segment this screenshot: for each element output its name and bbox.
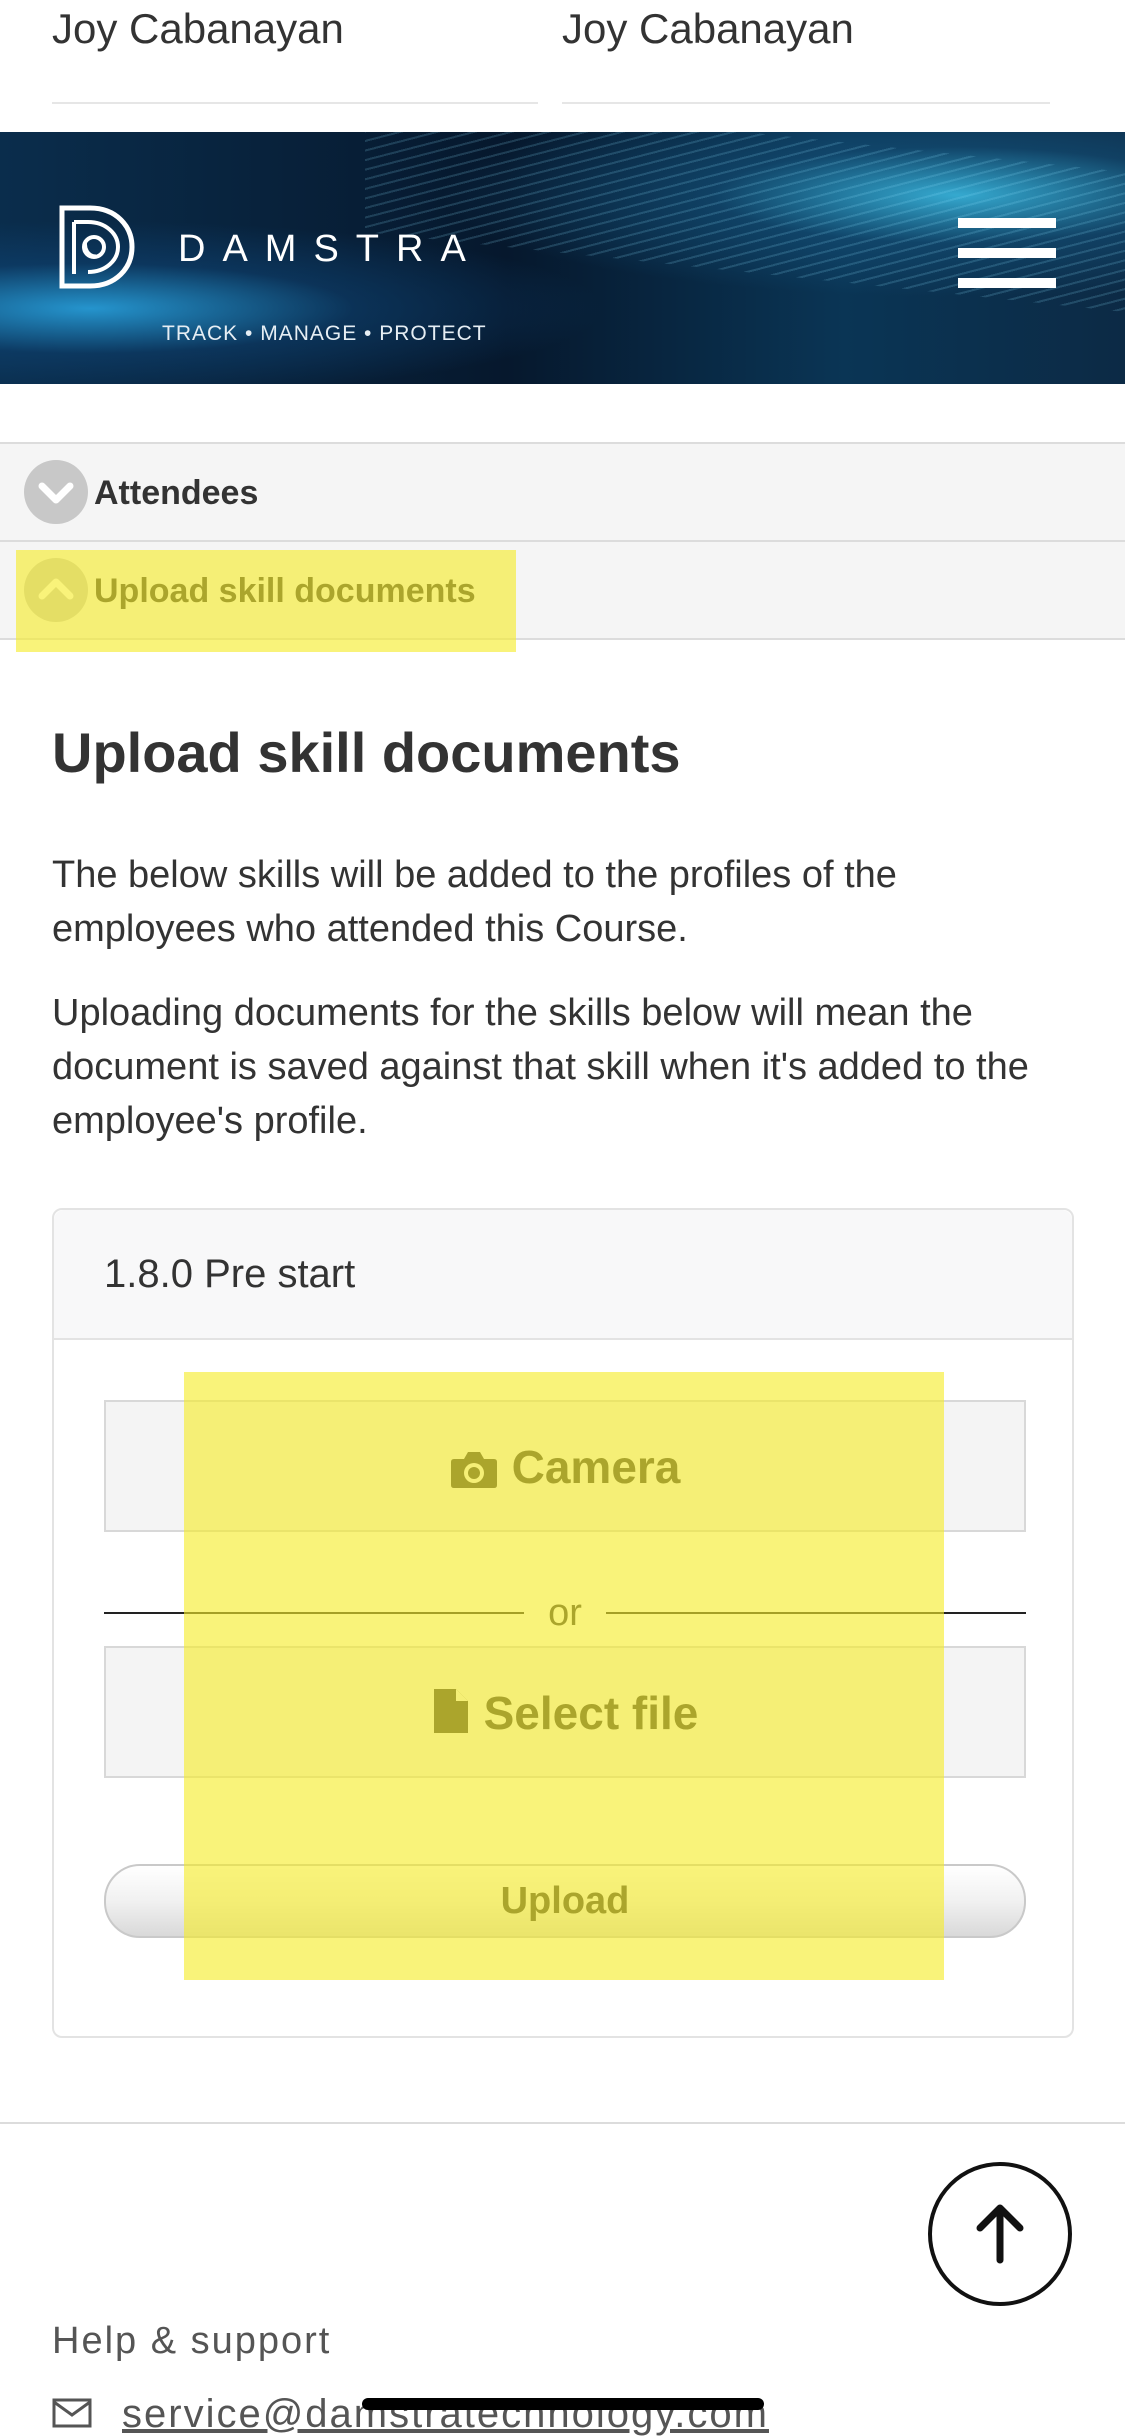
select-file-label: Select file	[483, 1687, 699, 1739]
footer-divider	[0, 2122, 1125, 2124]
attendee-name-right[interactable]: Joy Cabanayan	[562, 0, 1050, 104]
header-banner: DAMSTRA TRACK • MANAGE • PROTECT	[0, 132, 1125, 384]
select-file-button[interactable]: Select file	[104, 1646, 1026, 1778]
skill-panel-header: 1.8.0 Pre start	[54, 1210, 1072, 1340]
home-indicator	[362, 2398, 764, 2410]
brand-name: DAMSTRA	[178, 228, 483, 270]
accordion-attendees-label: Attendees	[94, 474, 259, 512]
chevron-up-icon	[24, 558, 88, 622]
or-divider: or	[104, 1592, 1026, 1634]
arrow-up-icon	[976, 2204, 1024, 2264]
or-text: or	[548, 1592, 582, 1634]
damstra-logo-icon	[59, 205, 135, 289]
hamburger-menu-icon[interactable]	[958, 218, 1056, 288]
page: Joy Cabanayan Joy Cabanayan DAMSTRA TRAC…	[0, 0, 1125, 2436]
upload-button[interactable]: Upload	[104, 1864, 1026, 1938]
camera-icon	[450, 1452, 497, 1488]
accordion-upload-skill-documents[interactable]: Upload skill documents	[0, 540, 1125, 640]
page-title: Upload skill documents	[52, 721, 681, 784]
file-icon	[433, 1689, 468, 1733]
envelope-icon	[52, 2398, 92, 2428]
skill-title: 1.8.0 Pre start	[104, 1252, 356, 1296]
camera-button[interactable]: Camera	[104, 1400, 1026, 1532]
chevron-down-icon	[24, 460, 88, 524]
accordion-attendees[interactable]: Attendees	[0, 442, 1125, 540]
scroll-to-top-button[interactable]	[928, 2162, 1072, 2306]
skill-upload-panel: 1.8.0 Pre start Camera or Select file Up…	[52, 1208, 1074, 2038]
info-paragraph: Uploading documents for the skills below…	[52, 992, 1029, 1142]
brand-tagline: TRACK • MANAGE • PROTECT	[162, 322, 487, 345]
attendee-name-left[interactable]: Joy Cabanayan	[52, 0, 538, 104]
camera-label: Camera	[511, 1441, 681, 1493]
intro-paragraph: The below skills will be added to the pr…	[52, 854, 897, 950]
attendee-names-row: Joy Cabanayan Joy Cabanayan	[0, 0, 1125, 132]
help-support-heading: Help & support	[52, 2320, 332, 2362]
accordion-upload-label: Upload skill documents	[94, 572, 476, 610]
